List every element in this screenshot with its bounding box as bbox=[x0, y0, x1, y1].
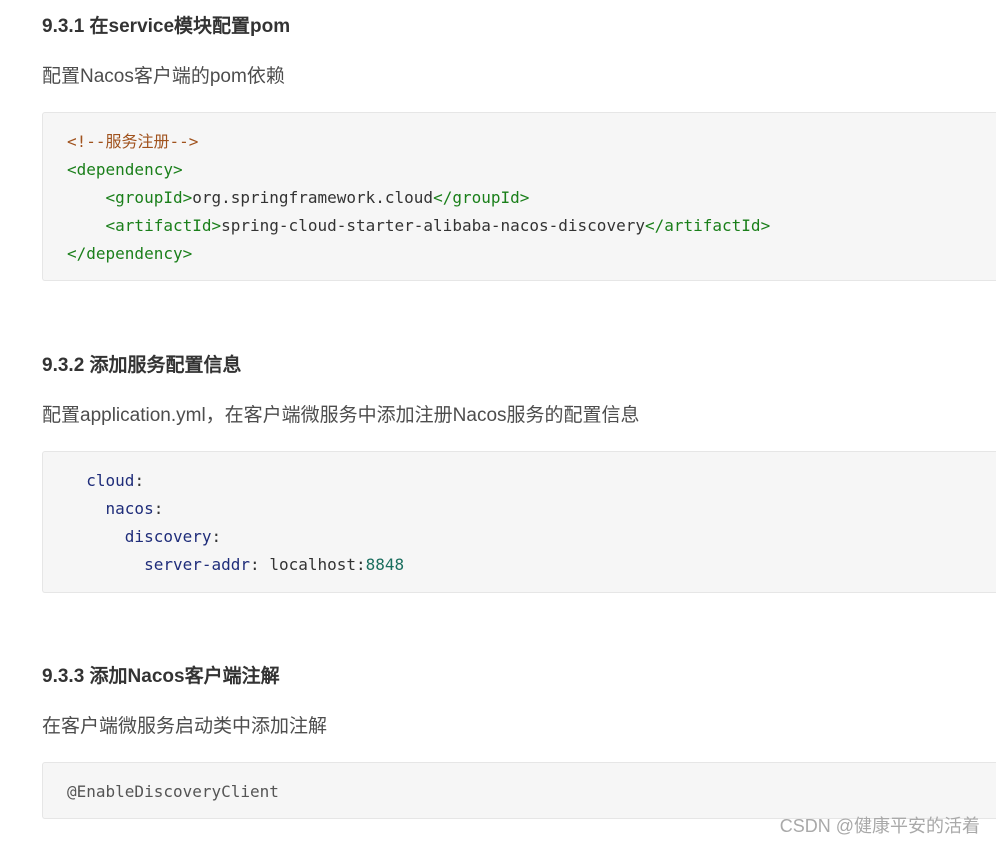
section-description-9-3-2: 配置application.yml，在客户端微服务中添加注册Nacos服务的配置… bbox=[42, 405, 640, 426]
section-heading-9-3-3: 9.3.3 添加Nacos客户端注解 bbox=[42, 666, 280, 687]
yaml-number: 8848 bbox=[365, 555, 405, 574]
xml-tag: <dependency> bbox=[67, 160, 183, 179]
code-line: @EnableDiscoveryClient bbox=[67, 778, 996, 806]
yaml-key: nacos bbox=[105, 499, 154, 518]
yaml-colon: : bbox=[250, 555, 260, 574]
section-description-9-3-1: 配置Nacos客户端的pom依赖 bbox=[42, 66, 285, 87]
xml-tag: </artifactId> bbox=[644, 216, 771, 235]
code-line: server-addr: localhost:8848 bbox=[67, 551, 996, 579]
code-comment: <!--服务注册--> bbox=[67, 132, 199, 151]
yaml-colon: : bbox=[134, 471, 145, 490]
section-heading-9-3-1: 9.3.1 在service模块配置pom bbox=[42, 16, 291, 37]
xml-text: spring-cloud-starter-alibaba-nacos-disco… bbox=[221, 216, 645, 235]
code-line: discovery: bbox=[67, 523, 996, 551]
yaml-colon: : bbox=[153, 499, 164, 518]
xml-tag: <groupId> bbox=[105, 188, 193, 207]
csdn-watermark: CSDN @健康平安的活着 bbox=[779, 816, 980, 836]
code-line: <artifactId>spring-cloud-starter-alibaba… bbox=[67, 212, 996, 240]
yaml-key: server-addr bbox=[144, 555, 251, 574]
code-line: <dependency> bbox=[67, 156, 996, 184]
xml-tag: <artifactId> bbox=[105, 216, 222, 235]
java-annotation: @EnableDiscoveryClient bbox=[67, 782, 279, 801]
code-line: </dependency> bbox=[67, 240, 996, 268]
yaml-key: discovery bbox=[124, 527, 212, 546]
code-block-application-yml[interactable]: cloud: nacos: discovery: server-addr: lo… bbox=[42, 451, 996, 593]
code-line: <groupId>org.springframework.cloud</grou… bbox=[67, 184, 996, 212]
xml-tag: </dependency> bbox=[67, 244, 193, 263]
section-description-9-3-3: 在客户端微服务启动类中添加注解 bbox=[42, 716, 328, 737]
yaml-colon: : bbox=[211, 527, 222, 546]
code-block-annotation[interactable]: @EnableDiscoveryClient bbox=[42, 762, 996, 819]
yaml-key: cloud bbox=[86, 471, 135, 490]
code-line: <!--服务注册--> bbox=[67, 128, 996, 156]
section-heading-9-3-2: 9.3.2 添加服务配置信息 bbox=[42, 355, 242, 376]
code-block-pom-dependency[interactable]: <!--服务注册--> <dependency> <groupId>org.spr… bbox=[42, 112, 996, 281]
xml-tag: </groupId> bbox=[433, 188, 530, 207]
yaml-value: localhost: bbox=[269, 555, 366, 574]
xml-text: org.springframework.cloud bbox=[192, 188, 434, 207]
code-line: cloud: bbox=[67, 467, 996, 495]
code-line: nacos: bbox=[67, 495, 996, 523]
